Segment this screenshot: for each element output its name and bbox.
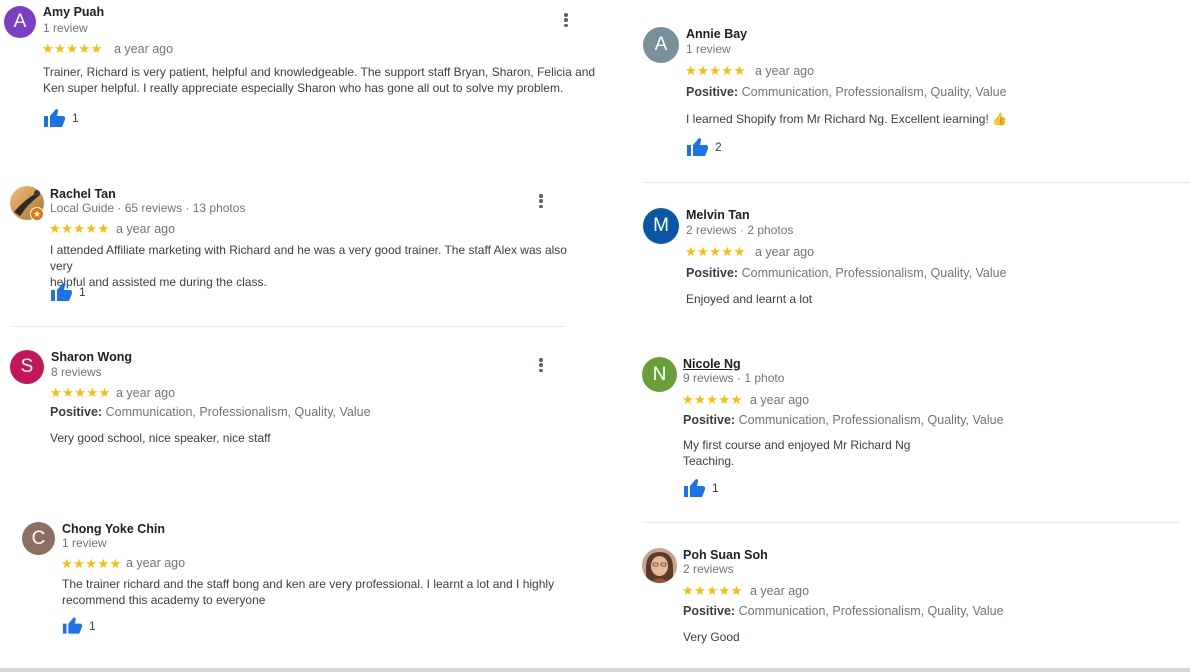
reviewer-name[interactable]: Rachel Tan <box>50 187 116 201</box>
star-rating: ★★★★★ <box>685 244 746 259</box>
thumbs-up-icon <box>687 138 708 156</box>
review-text: I attended Affiliate marketing with Rich… <box>50 243 567 289</box>
review-text: My first course and enjoyed Mr Richard N… <box>683 438 911 468</box>
avatar[interactable]: N <box>642 357 677 392</box>
reviewer-meta: 9 reviews · 1 photo <box>683 371 785 385</box>
avatar[interactable]: M <box>643 208 679 244</box>
review-time: a year ago <box>750 393 810 407</box>
review-time: a year ago <box>755 64 815 78</box>
divider <box>642 522 1180 523</box>
review-text: I learned Shopify from Mr Richard Ng. Ex… <box>686 112 1008 126</box>
reviewer-meta: Local Guide · 65 reviews · 13 photos <box>50 201 246 215</box>
like-count: 2 <box>715 140 722 154</box>
avatar[interactable]: A <box>643 27 679 63</box>
star-rating: ★★★★★ <box>682 583 743 598</box>
positive-items: Communication, Professionalism, Quality,… <box>741 85 1007 99</box>
thumbs-up-icon <box>51 283 72 301</box>
review-time: a year ago <box>126 556 186 570</box>
review-text: Trainer, Richard is very patient, helpfu… <box>43 65 596 95</box>
review-time: a year ago <box>750 584 810 598</box>
positive-label: Positive: <box>50 405 103 419</box>
review-time: a year ago <box>116 386 176 400</box>
like-button[interactable]: 1 <box>43 108 79 128</box>
review-time: a year ago <box>116 222 176 236</box>
avatar[interactable] <box>642 548 677 583</box>
star-rating: ★★★★★ <box>42 41 103 56</box>
positive-items: Communication, Professionalism, Quality,… <box>105 405 371 419</box>
star-rating: ★★★★★ <box>682 392 743 407</box>
like-count: 1 <box>89 618 96 633</box>
review-text: Very Good <box>683 630 740 644</box>
reviewer-meta: 1 review <box>686 42 731 56</box>
reviewer-name[interactable]: Melvin Tan <box>686 208 750 222</box>
star-rating: ★★★★★ <box>685 63 746 78</box>
positive-attributes: Positive: Communication, Professionalism… <box>686 85 1007 99</box>
reviewer-meta: 1 review <box>62 536 107 550</box>
positive-attributes: Positive: Communication, Professionalism… <box>50 405 371 419</box>
more-options-icon[interactable] <box>539 358 543 372</box>
reviewer-name[interactable]: Poh Suan Soh <box>683 548 768 562</box>
reviewer-name[interactable]: Sharon Wong <box>51 350 132 364</box>
avatar[interactable]: A <box>4 6 36 38</box>
profile-photo-icon <box>642 548 677 583</box>
reviewer-name[interactable]: Chong Yoke Chin <box>62 522 165 536</box>
star-rating: ★★★★★ <box>61 556 122 571</box>
positive-items: Communication, Professionalism, Quality,… <box>741 266 1007 280</box>
reviewer-name[interactable]: Nicole Ng <box>683 357 741 371</box>
divider <box>10 326 565 327</box>
like-count: 1 <box>712 481 719 495</box>
reviewer-meta: 2 reviews <box>683 562 734 576</box>
like-count: 1 <box>72 111 79 125</box>
more-options-icon[interactable] <box>564 13 568 27</box>
thumbs-up-icon <box>684 479 705 497</box>
like-button[interactable]: 1 <box>50 282 86 302</box>
positive-label: Positive: <box>686 85 739 99</box>
positive-label: Positive: <box>683 604 736 618</box>
like-count: 1 <box>79 285 86 299</box>
thumbs-up-icon <box>62 617 82 634</box>
review-text: The trainer richard and the staff bong a… <box>62 577 555 607</box>
horizontal-scrollbar[interactable] <box>0 668 1190 672</box>
like-button[interactable]: 1 <box>683 478 719 498</box>
thumbs-up-icon <box>44 109 65 127</box>
reviewer-name[interactable]: Annie Bay <box>686 27 747 41</box>
positive-attributes: Positive: Communication, Professionalism… <box>686 266 1007 280</box>
like-button[interactable]: 1 <box>62 616 96 635</box>
positive-label: Positive: <box>686 266 739 280</box>
positive-attributes: Positive: Communication, Professionalism… <box>683 604 1004 618</box>
review-text: Enjoyed and learnt a lot <box>686 292 813 306</box>
avatar[interactable]: S <box>10 350 44 384</box>
positive-items: Communication, Professionalism, Quality,… <box>738 413 1004 427</box>
positive-label: Positive: <box>683 413 736 427</box>
reviewer-meta: 2 reviews · 2 photos <box>686 223 794 237</box>
more-options-icon[interactable] <box>539 194 543 208</box>
divider <box>643 182 1190 183</box>
star-rating: ★★★★★ <box>50 385 111 400</box>
avatar[interactable]: C <box>22 522 55 555</box>
reviewer-meta: 8 reviews <box>51 365 102 379</box>
positive-items: Communication, Professionalism, Quality,… <box>738 604 1004 618</box>
local-guide-badge-icon <box>30 207 44 221</box>
reviewer-meta: 1 review <box>43 21 88 35</box>
review-time: a year ago <box>114 42 174 56</box>
review-text: Very good school, nice speaker, nice sta… <box>50 431 271 445</box>
like-button[interactable]: 2 <box>686 137 722 157</box>
reviewer-name[interactable]: Amy Puah <box>43 5 104 19</box>
review-time: a year ago <box>755 245 815 259</box>
star-rating: ★★★★★ <box>49 221 110 236</box>
positive-attributes: Positive: Communication, Professionalism… <box>683 413 1004 427</box>
